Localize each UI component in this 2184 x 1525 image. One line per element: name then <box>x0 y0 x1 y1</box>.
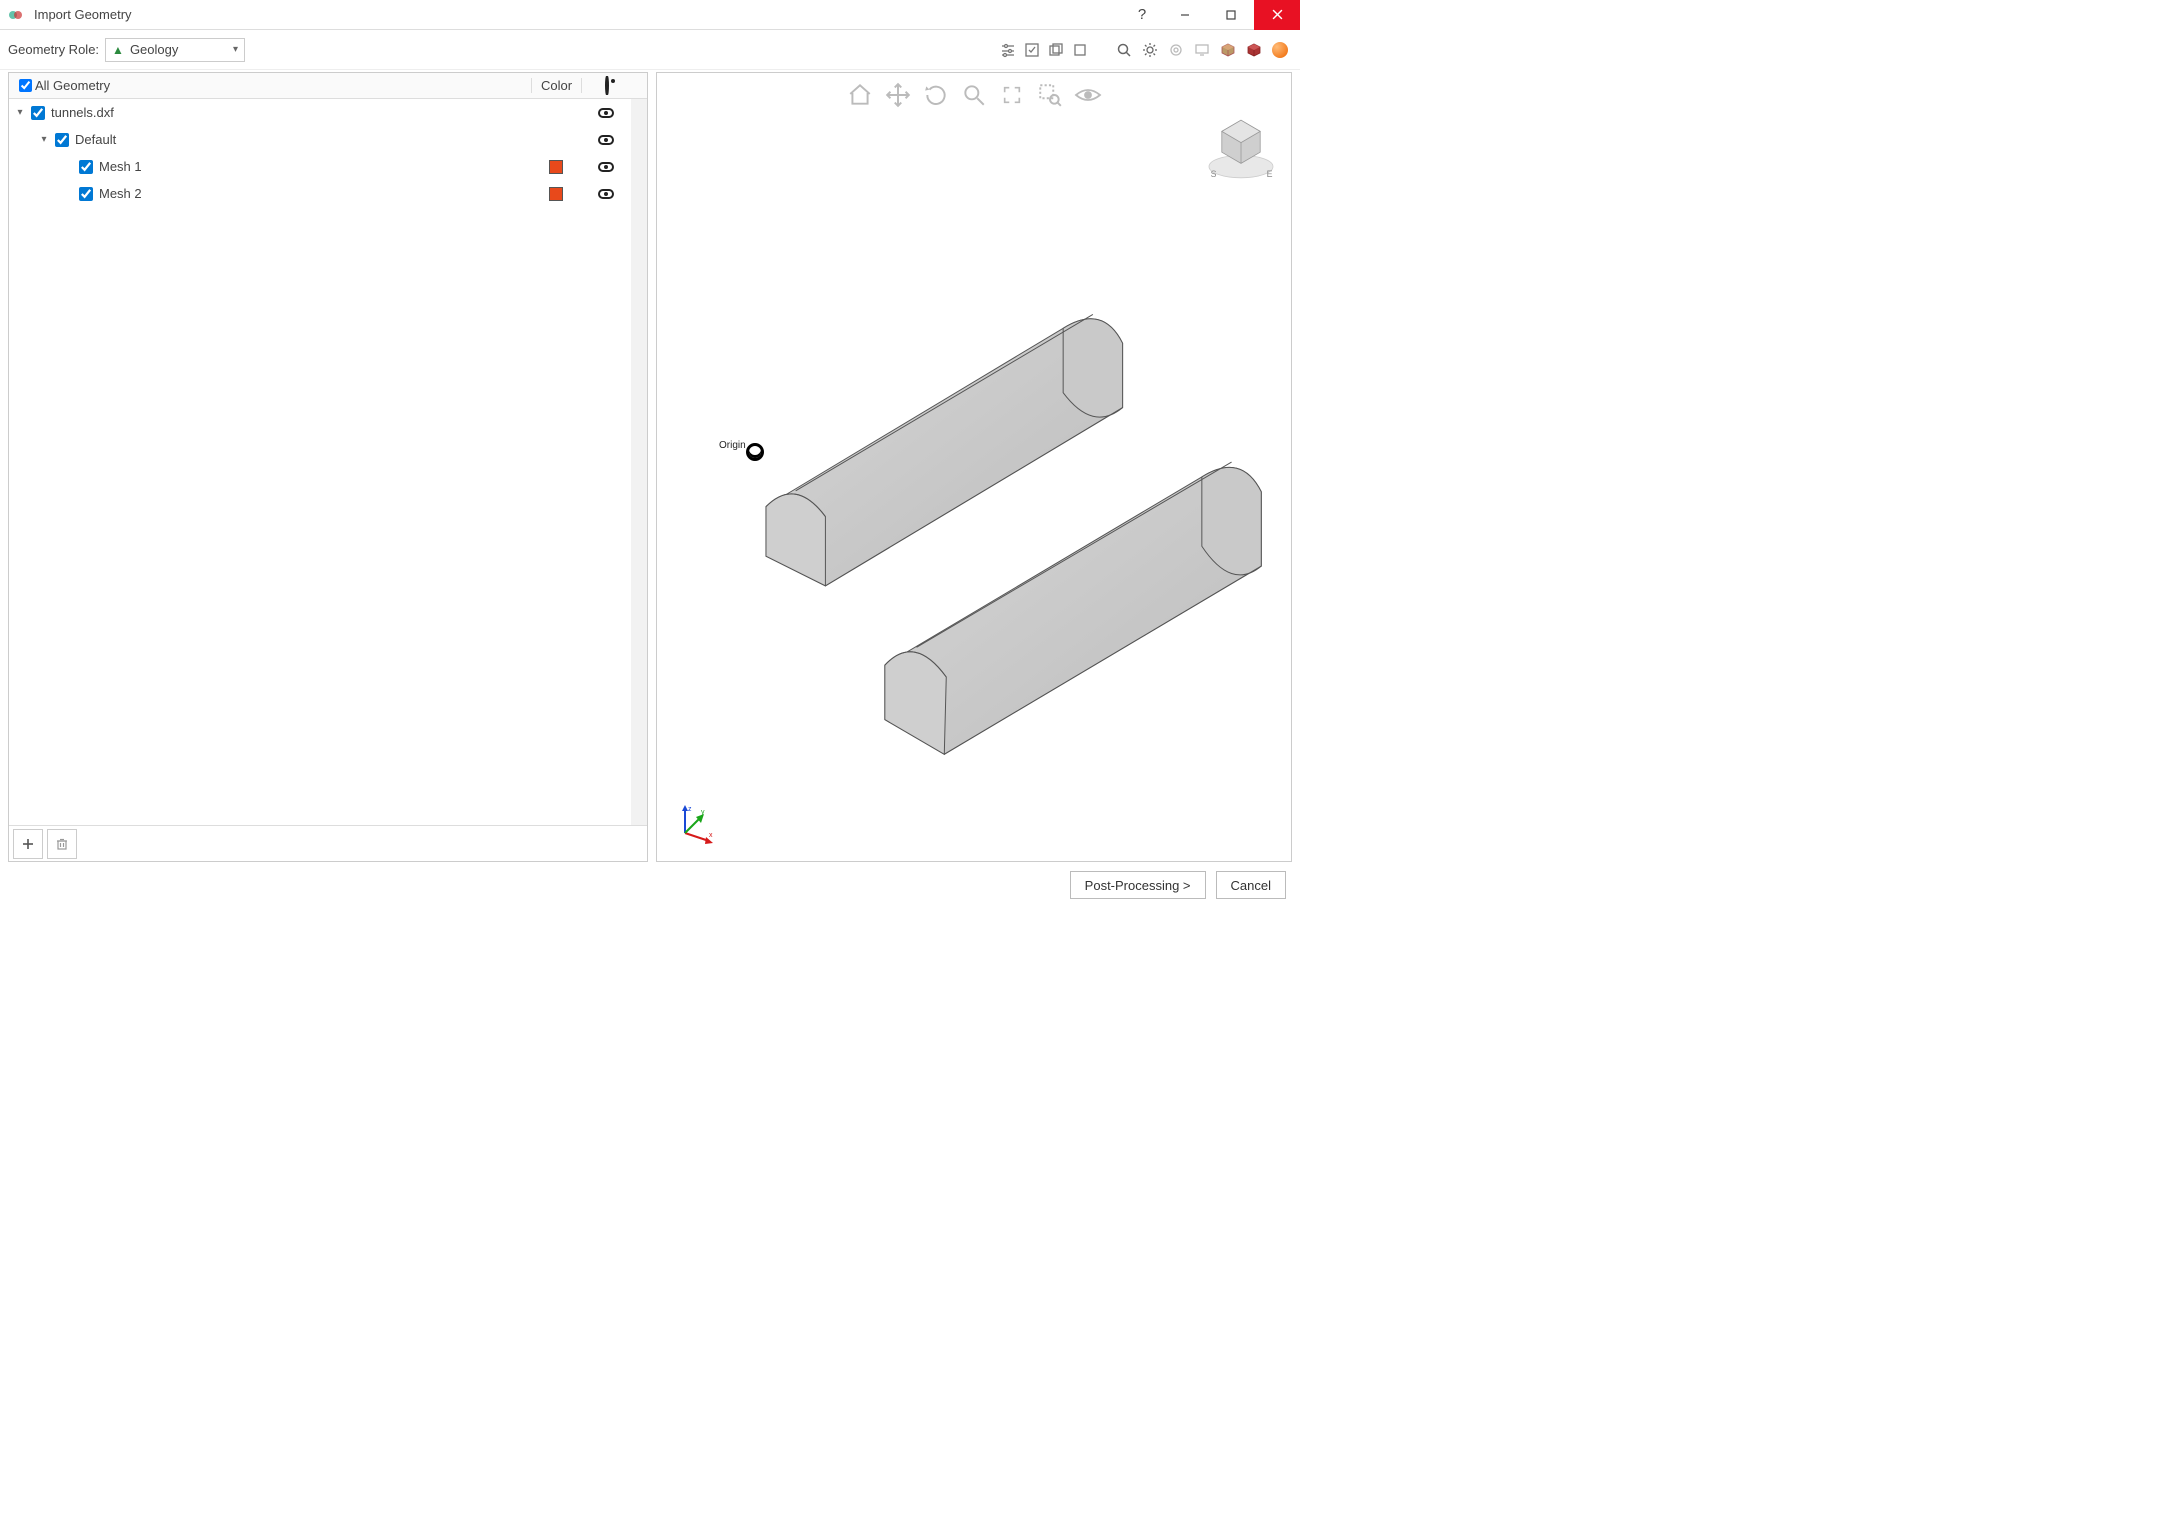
svg-text:y: y <box>701 809 705 816</box>
mesh-checkbox[interactable] <box>79 187 93 201</box>
post-processing-label: Post-Processing > <box>1085 878 1191 893</box>
column-color-header: Color <box>531 78 581 93</box>
tree-body: ▾ tunnels.dxf ▾ Default Mes <box>9 99 647 825</box>
cube-dark-red-icon[interactable] <box>1243 39 1265 61</box>
eye-icon <box>605 76 609 95</box>
geology-icon: ▲ <box>112 43 124 57</box>
file-label: tunnels.dxf <box>51 105 531 120</box>
mesh-checkbox[interactable] <box>79 160 93 174</box>
tree-row-mesh[interactable]: Mesh 2 <box>9 180 647 207</box>
dialog-footer: Post-Processing > Cancel <box>0 862 1300 908</box>
copy-layers-icon[interactable] <box>1045 39 1067 61</box>
window-title: Import Geometry <box>32 7 1122 22</box>
target-icon[interactable] <box>1165 39 1187 61</box>
zoom-fit-icon[interactable] <box>1113 39 1135 61</box>
main-area: All Geometry Color ▾ tunnels.dxf ▾ <box>0 70 1300 862</box>
chevron-down-icon: ▾ <box>233 44 238 55</box>
maximize-button[interactable] <box>1208 0 1254 30</box>
scene-3d <box>657 73 1291 861</box>
eye-icon[interactable] <box>598 162 614 172</box>
layer-checkbox[interactable] <box>55 133 69 147</box>
origin-point-icon <box>746 443 764 461</box>
axis-gizmo: z x y <box>671 803 715 847</box>
help-button[interactable]: ? <box>1122 0 1162 30</box>
tree-footer <box>9 825 647 861</box>
role-label: Geometry Role: <box>8 42 99 57</box>
expander-icon[interactable]: ▾ <box>13 107 27 118</box>
add-button[interactable] <box>13 829 43 859</box>
screen-icon[interactable] <box>1191 39 1213 61</box>
eye-icon[interactable] <box>598 135 614 145</box>
options-toolbar: Geometry Role: ▲ Geology ▾ <box>0 30 1300 70</box>
viewport-3d[interactable]: S E <box>656 72 1292 862</box>
all-geometry-checkbox[interactable] <box>19 79 32 92</box>
geometry-tree-panel: All Geometry Color ▾ tunnels.dxf ▾ <box>8 72 648 862</box>
delete-button[interactable] <box>47 829 77 859</box>
cancel-button[interactable]: Cancel <box>1216 871 1286 899</box>
svg-text:x: x <box>709 832 713 839</box>
mesh-label: Mesh 1 <box>99 159 531 174</box>
sphere-orange-icon[interactable] <box>1269 39 1291 61</box>
tree-scrollbar[interactable] <box>631 99 647 825</box>
app-icon <box>8 7 24 23</box>
eye-icon[interactable] <box>598 108 614 118</box>
geometry-role-dropdown[interactable]: ▲ Geology ▾ <box>105 38 245 62</box>
sun-icon[interactable] <box>1139 39 1161 61</box>
file-checkbox[interactable] <box>31 106 45 120</box>
color-swatch[interactable] <box>549 160 563 174</box>
minimize-button[interactable] <box>1162 0 1208 30</box>
origin-label: Origin <box>719 440 746 451</box>
viewport-options-group <box>1112 39 1292 61</box>
column-visibility-header <box>581 78 631 93</box>
color-swatch[interactable] <box>549 187 563 201</box>
layer-label: Default <box>75 132 531 147</box>
settings-sliders-icon[interactable] <box>997 39 1019 61</box>
cube-red-icon[interactable] <box>1217 39 1239 61</box>
origin-marker: Origin <box>721 443 764 461</box>
expander-icon[interactable]: ▾ <box>37 134 51 145</box>
cancel-label: Cancel <box>1231 878 1271 893</box>
svg-text:z: z <box>688 806 692 813</box>
single-layer-icon[interactable] <box>1069 39 1091 61</box>
role-value: Geology <box>130 42 178 57</box>
select-all-icon[interactable] <box>1021 39 1043 61</box>
tree-row-file[interactable]: ▾ tunnels.dxf <box>9 99 647 126</box>
all-geometry-label: All Geometry <box>35 78 110 93</box>
tree-row-layer[interactable]: ▾ Default <box>9 126 647 153</box>
title-bar: Import Geometry ? <box>0 0 1300 30</box>
mesh-label: Mesh 2 <box>99 186 531 201</box>
tree-row-mesh[interactable]: Mesh 1 <box>9 153 647 180</box>
tree-header: All Geometry Color <box>9 73 647 99</box>
eye-icon[interactable] <box>598 189 614 199</box>
close-button[interactable] <box>1254 0 1300 30</box>
post-processing-button[interactable]: Post-Processing > <box>1070 871 1206 899</box>
